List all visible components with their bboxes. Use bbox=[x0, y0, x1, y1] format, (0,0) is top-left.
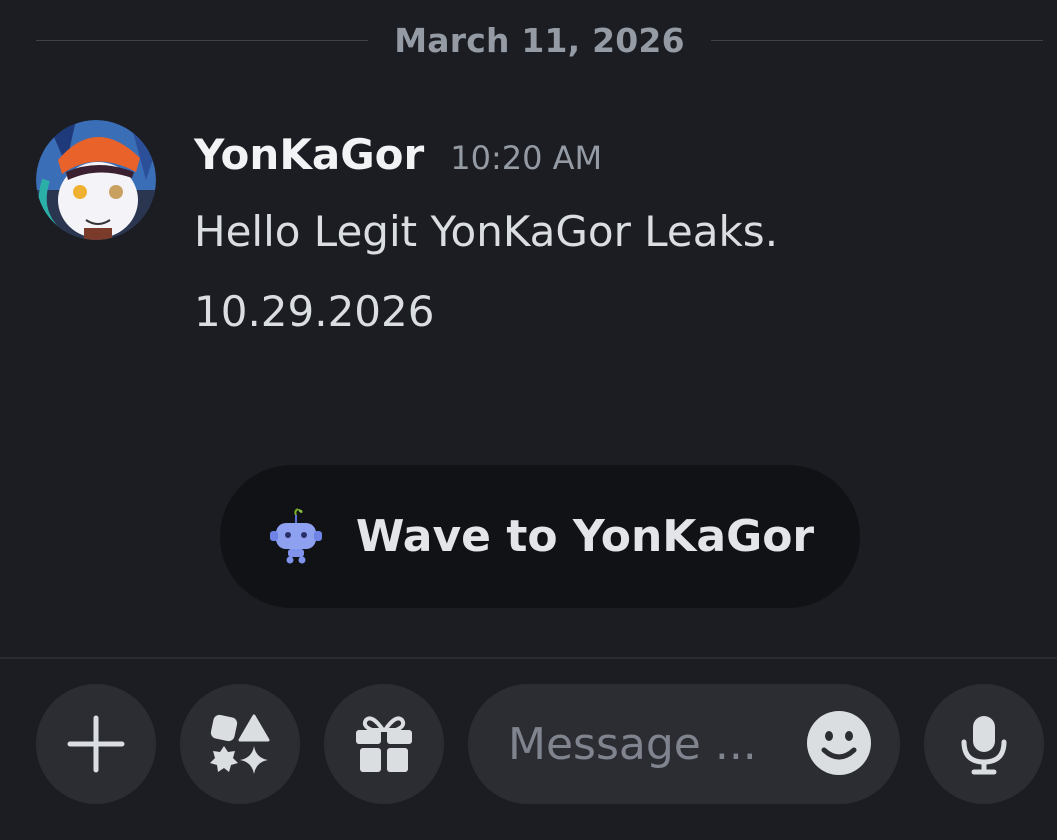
divider-line-left bbox=[36, 39, 369, 41]
plus-icon bbox=[67, 715, 125, 773]
author-name[interactable]: YonKaGor bbox=[194, 130, 424, 179]
message-header: YonKaGor 10:20 AM bbox=[194, 130, 1037, 179]
gift-button[interactable] bbox=[324, 684, 444, 804]
message-timestamp: 10:20 AM bbox=[450, 139, 603, 177]
composer-separator bbox=[0, 657, 1057, 659]
add-attachment-button[interactable] bbox=[36, 684, 156, 804]
message-body: YonKaGor 10:20 AM Hello Legit YonKaGor L… bbox=[194, 130, 1037, 336]
date-divider: March 11, 2026 bbox=[36, 20, 1043, 60]
apps-button[interactable] bbox=[180, 684, 300, 804]
wave-button[interactable]: Wave to YonKaGor bbox=[220, 465, 860, 608]
apps-shapes-icon bbox=[210, 714, 270, 774]
avatar[interactable] bbox=[36, 120, 156, 240]
message-composer[interactable] bbox=[468, 684, 900, 804]
voice-message-button[interactable] bbox=[924, 684, 1044, 804]
gift-icon bbox=[356, 716, 412, 772]
message-input[interactable] bbox=[506, 717, 770, 771]
divider-line-right bbox=[710, 39, 1043, 41]
date-divider-label: March 11, 2026 bbox=[394, 20, 685, 60]
avatar-image bbox=[36, 120, 156, 240]
emoji-smile-icon[interactable] bbox=[806, 710, 872, 776]
message-text-line-1: Hello Legit YonKaGor Leaks. bbox=[194, 207, 779, 256]
microphone-icon bbox=[961, 716, 1007, 775]
wave-button-label: Wave to YonKaGor bbox=[355, 511, 815, 562]
message-text-line-2: 10.29.2026 bbox=[194, 287, 435, 336]
wumpus-robot-icon bbox=[269, 507, 322, 563]
